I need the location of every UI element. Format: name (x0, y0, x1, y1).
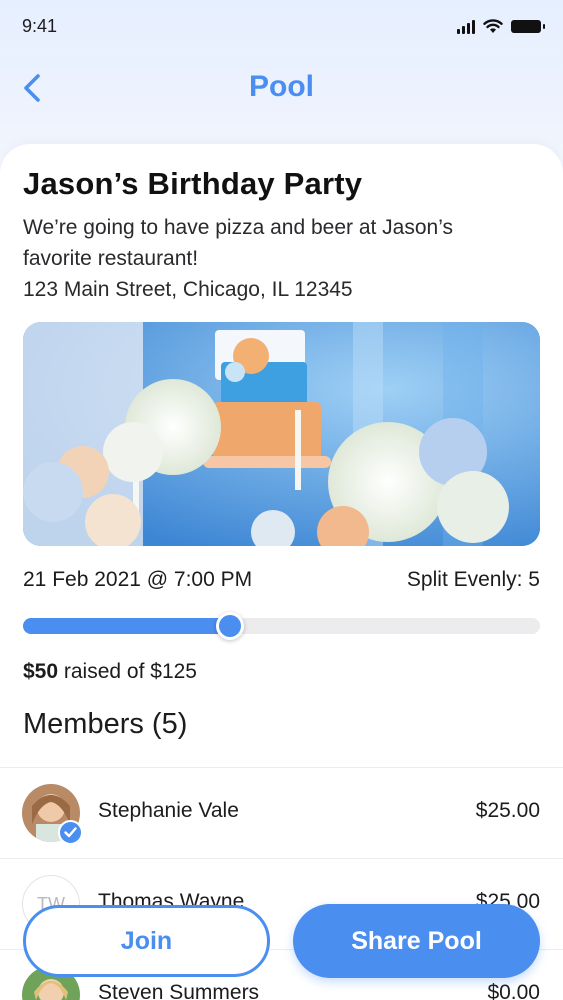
status-icons (457, 19, 545, 34)
checkmark-icon (64, 827, 77, 838)
members-header: Members (5) (23, 708, 188, 740)
raised-summary: $50 raised of $125 (23, 660, 197, 684)
paid-check-badge (58, 820, 83, 845)
member-row[interactable]: Stephanie Vale $25.00 (0, 768, 563, 858)
cake-photo-illustration (23, 322, 540, 546)
join-button[interactable]: Join (23, 905, 270, 977)
event-title: Jason’s Birthday Party (23, 166, 363, 201)
progress-fill (23, 618, 230, 634)
status-bar: 9:41 (0, 0, 563, 50)
member-name: Steven Summers (98, 981, 260, 1000)
funding-progress-bar (23, 612, 540, 640)
progress-thumb (215, 612, 244, 640)
event-date: 21 Feb 2021 @ 7:00 PM (23, 568, 253, 591)
cellular-signal-icon (457, 19, 475, 34)
battery-icon (511, 20, 545, 33)
member-amount: $0.00 (487, 981, 540, 1000)
wifi-icon (483, 19, 503, 33)
nav-header: Pool (0, 60, 563, 116)
event-description: We’re going to have pizza and beer at Ja… (23, 216, 453, 270)
avatar (22, 784, 83, 845)
member-amount: $25.00 (475, 799, 540, 822)
status-time: 9:41 (22, 16, 58, 36)
page-title: Pool (249, 70, 314, 103)
event-address: 123 Main Street, Chicago, IL 12345 (23, 278, 353, 301)
member-name: Stephanie Vale (98, 799, 239, 822)
split-evenly-label: Split Evenly: 5 (406, 568, 540, 591)
raised-goal-text: raised of $125 (58, 660, 197, 683)
event-photo (23, 322, 540, 546)
raised-amount: $50 (23, 660, 59, 683)
pool-detail-card: Jason’s Birthday Party We’re going to ha… (0, 144, 563, 1000)
share-pool-button[interactable]: Share Pool (293, 904, 540, 978)
